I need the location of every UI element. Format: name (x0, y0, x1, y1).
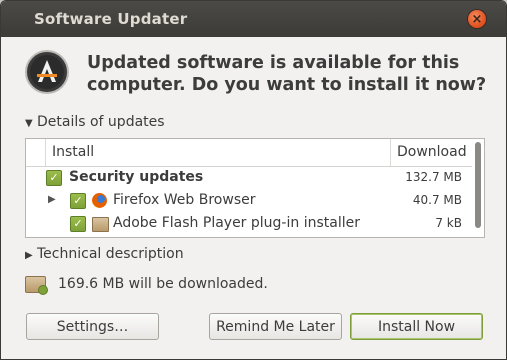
download-summary: 169.6 MB will be downloaded. (58, 276, 268, 292)
list-header: Install Download (26, 139, 472, 167)
column-header-download[interactable]: Download (397, 144, 467, 160)
details-expander-label: Details of updates (37, 114, 165, 130)
updates-list[interactable]: Install Download ✓ Security updates 132.… (25, 138, 485, 238)
list-scrollbar[interactable] (473, 140, 483, 236)
firefox-icon (92, 193, 107, 208)
row-label: Adobe Flash Player plug-in installer (113, 215, 360, 231)
checkbox-firefox[interactable]: ✓ (70, 193, 86, 209)
titlebar[interactable]: Software Updater × (1, 1, 506, 37)
package-icon (92, 217, 109, 232)
close-button[interactable]: × (468, 10, 486, 28)
install-now-button[interactable]: Install Now (350, 313, 483, 340)
list-row-flash-plugin[interactable]: ✓ Adobe Flash Player plug-in installer 7… (26, 213, 472, 235)
row-size: 132.7 MB (405, 170, 462, 184)
row-size: 7 kB (435, 216, 462, 230)
details-expander[interactable]: ▼ Details of updates (25, 114, 165, 130)
download-package-icon (25, 276, 48, 295)
technical-expander[interactable]: ▶ Technical description (25, 246, 184, 262)
headline: Updated software is available for this c… (87, 53, 487, 95)
expand-row-icon[interactable]: ▶ (48, 194, 56, 205)
row-label: Security updates (69, 169, 204, 185)
close-icon: × (471, 11, 483, 27)
window-title: Software Updater (34, 10, 188, 28)
expander-closed-icon: ▶ (25, 250, 33, 261)
expander-open-icon: ▼ (25, 118, 33, 129)
software-updater-window: Software Updater × Updated software is a… (0, 0, 507, 360)
technical-expander-label: Technical description (37, 246, 184, 262)
row-size: 40.7 MB (412, 193, 462, 207)
software-updater-icon (25, 50, 69, 94)
column-header-install[interactable]: Install (52, 144, 94, 160)
list-row-firefox[interactable]: ▶ ✓ Firefox Web Browser 40.7 MB (26, 190, 472, 212)
settings-button[interactable]: Settings… (26, 313, 159, 340)
row-label: Firefox Web Browser (113, 192, 256, 208)
list-row-security-updates[interactable]: ✓ Security updates 132.7 MB (26, 167, 472, 189)
scrollbar-thumb[interactable] (475, 142, 481, 228)
checkbox-security-updates[interactable]: ✓ (46, 170, 62, 186)
checkbox-flash-plugin[interactable]: ✓ (70, 216, 86, 232)
remind-me-later-button[interactable]: Remind Me Later (209, 313, 342, 340)
